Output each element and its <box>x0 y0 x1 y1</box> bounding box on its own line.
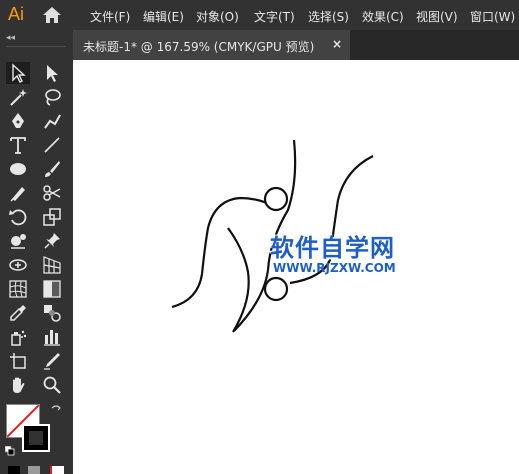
circle-top <box>263 186 289 212</box>
curve-left <box>171 196 274 309</box>
watermark-url: WWW.RJZXW.COM <box>273 261 396 275</box>
circle-bottom <box>263 276 289 302</box>
watermark-title: 软件自学网 <box>270 234 395 262</box>
watermark: 软件自学网 WWW.RJZXW.COM <box>270 228 420 275</box>
artwork <box>171 139 374 333</box>
